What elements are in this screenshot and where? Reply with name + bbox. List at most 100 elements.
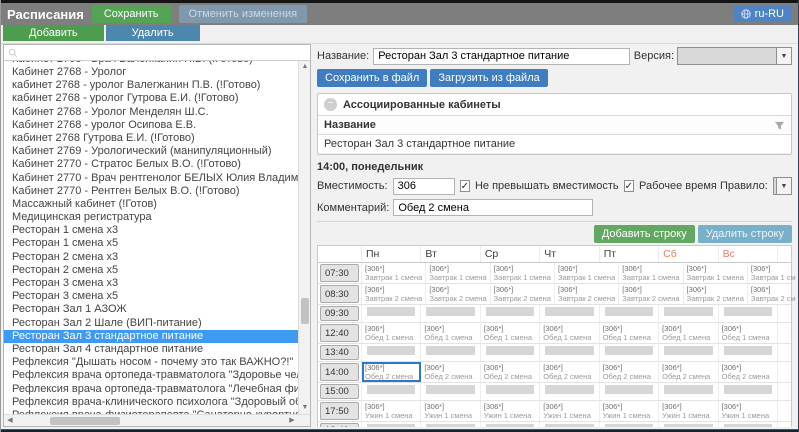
work-time-checkbox[interactable]: ✓ xyxy=(624,180,634,192)
schedule-cell-selected[interactable]: [306*]Обед 2 смена xyxy=(362,362,421,382)
list-item[interactable]: кабинет 2768 - уролог Валегжанин П.В. (!… xyxy=(4,79,298,92)
add-button[interactable]: Добавить xyxy=(3,25,104,41)
collapse-icon[interactable]: − xyxy=(324,98,337,111)
list-item[interactable]: Ресторан Зал 1 АЗОЖ xyxy=(4,303,298,316)
time-label-cell[interactable]: 08:30 xyxy=(318,284,362,304)
list-item[interactable]: Ресторан 1 смена х3 xyxy=(4,224,298,237)
schedule-cell[interactable] xyxy=(362,305,421,322)
time-label-cell[interactable]: 15:00 xyxy=(318,383,362,400)
schedule-cell[interactable] xyxy=(362,422,421,427)
vertical-scrollbar[interactable]: ▲ ▼ xyxy=(298,61,310,414)
schedule-cell[interactable]: [306*]Обед 2 смена xyxy=(600,362,659,382)
schedule-cell[interactable]: [306*]Завтрак 2 смена xyxy=(619,284,683,304)
delete-row-button[interactable]: Удалить строку xyxy=(698,225,792,243)
schedule-cell[interactable] xyxy=(719,305,778,322)
list-item[interactable]: Кабинет 2768 - Уролог Менделян Ш.С. xyxy=(4,106,298,119)
list-item[interactable]: Ресторан 3 смена х3 xyxy=(4,277,298,290)
schedule-cell[interactable]: [306*]Завтрак 1 смена xyxy=(619,263,683,283)
scroll-up-arrow[interactable]: ▲ xyxy=(299,61,310,73)
associated-cabinet-row[interactable]: Ресторан Зал 3 стандартное питание xyxy=(318,135,791,154)
add-row-button[interactable]: Добавить строку xyxy=(594,225,695,243)
horizontal-scrollbar[interactable]: ◀ ▶ xyxy=(4,414,310,426)
list-item[interactable]: Кабинет 2770 - Стратос Белых В.О. (!Гото… xyxy=(4,158,298,171)
list-item[interactable]: Массажный кабинет (!Готов) xyxy=(4,198,298,211)
schedule-cell[interactable]: [306*]Ужин 1 смена xyxy=(481,401,540,421)
list-item[interactable]: Рефлексия "Дышать носом - почему это так… xyxy=(4,356,298,369)
schedule-cell[interactable] xyxy=(481,383,540,400)
schedule-cell[interactable] xyxy=(659,383,718,400)
schedule-cell[interactable] xyxy=(540,422,599,427)
schedule-cell[interactable] xyxy=(600,383,659,400)
locale-badge[interactable]: ru-RU xyxy=(733,6,792,22)
scroll-right-arrow[interactable]: ▶ xyxy=(286,415,298,427)
list-item[interactable]: кабинет 2768 - уролог Гутрова Е.И. (!Гот… xyxy=(4,92,298,105)
delete-button[interactable]: Удалить xyxy=(106,25,200,41)
list-item[interactable]: Рефлексия врача ортопеда-травматолога "З… xyxy=(4,369,298,382)
list-item[interactable]: Кабинет 2768 - уролог Осипова Е.В. xyxy=(4,119,298,132)
list-item[interactable]: Медицинская регистратура xyxy=(4,211,298,224)
schedule-cell[interactable]: [306*]Обед 1 смена xyxy=(362,323,421,343)
schedule-cell[interactable]: [306*]Завтрак 2 смена xyxy=(362,284,426,304)
schedule-cell[interactable] xyxy=(481,422,540,427)
version-dropdown[interactable]: ▼ xyxy=(677,47,792,65)
name-input[interactable] xyxy=(373,48,630,65)
vertical-scroll-thumb[interactable] xyxy=(301,298,309,324)
schedule-cell[interactable]: [306*]Ужин 1 смена xyxy=(659,401,718,421)
schedule-cell[interactable]: [306*]Завтрак 2 смена xyxy=(426,284,490,304)
list-item[interactable]: Рефлексия врача-клинического психолога "… xyxy=(4,396,298,409)
schedule-cell[interactable]: [306*]Обед 1 смена xyxy=(659,323,718,343)
search-box[interactable] xyxy=(4,45,310,61)
schedule-cell[interactable] xyxy=(481,305,540,322)
schedule-cell[interactable]: [306*]Ужин 1 смена xyxy=(362,401,421,421)
schedule-cell[interactable]: [306*]Ужин 1 смена xyxy=(540,401,599,421)
capacity-input[interactable] xyxy=(393,178,455,195)
schedule-cell[interactable]: [306*]Обед 2 смена xyxy=(719,362,778,382)
schedule-cell[interactable]: [306*]Завтрак 2 смена xyxy=(491,284,555,304)
time-label-cell[interactable]: 07:30 xyxy=(318,263,362,283)
list-item[interactable]: Ресторан Зал 4 стандартное питание xyxy=(4,343,298,356)
list-item[interactable]: Ресторан 3 смена х5 xyxy=(4,290,298,303)
schedule-cell[interactable]: [306*]Ужин 1 смена xyxy=(719,401,778,421)
list-item[interactable]: Ресторан Зал 2 Шале (ВИП-питание) xyxy=(4,317,298,330)
schedule-cell[interactable]: [306*]Завтрак 1 смена xyxy=(748,263,796,283)
schedule-cell[interactable]: [306*]Обед 1 смена xyxy=(421,323,480,343)
schedule-cell[interactable] xyxy=(719,344,778,361)
schedule-cell[interactable] xyxy=(540,305,599,322)
list-item[interactable]: Ресторан 1 смена х5 xyxy=(4,237,298,250)
schedule-cell[interactable]: [306*]Завтрак 2 смена xyxy=(555,284,619,304)
schedule-cell[interactable] xyxy=(659,344,718,361)
list-item[interactable]: Кабинет 2769 - Урологический (манипуляци… xyxy=(4,145,298,158)
schedule-cell[interactable]: [306*]Обед 2 смена xyxy=(421,362,480,382)
list-item[interactable]: Рефлексия врача ортопеда-травматолога "Л… xyxy=(4,383,298,396)
schedule-cell[interactable]: [306*]Завтрак 1 смена xyxy=(555,263,619,283)
schedule-cell[interactable] xyxy=(719,383,778,400)
schedule-cell[interactable] xyxy=(362,383,421,400)
schedule-cell[interactable]: [306*]Ужин 1 смена xyxy=(421,401,480,421)
schedule-cell[interactable] xyxy=(719,422,778,427)
schedule-cell[interactable]: [306*]Завтрак 2 смена xyxy=(684,284,748,304)
comment-input[interactable] xyxy=(393,199,593,216)
schedule-cell[interactable] xyxy=(421,422,480,427)
schedule-cell[interactable] xyxy=(540,383,599,400)
list-item[interactable]: Кабинет 2770 - Рентген Белых В.О. (!Гото… xyxy=(4,185,298,198)
schedule-cell[interactable]: [306*]Обед 2 смена xyxy=(540,362,599,382)
schedule-cell[interactable]: [306*]Завтрак 1 смена xyxy=(426,263,490,283)
schedule-cell[interactable] xyxy=(540,344,599,361)
time-label-cell[interactable]: 12:40 xyxy=(318,323,362,343)
list-item[interactable]: кабинет 2768 Гутрова Е.И. (!Готово) xyxy=(4,132,298,145)
time-label-cell[interactable]: 13:40 xyxy=(318,344,362,361)
schedule-cell[interactable]: [306*]Обед 1 смена xyxy=(600,323,659,343)
scroll-left-arrow[interactable]: ◀ xyxy=(4,415,16,427)
not-exceed-checkbox[interactable]: ✓ xyxy=(460,180,470,192)
schedule-cell[interactable] xyxy=(600,344,659,361)
schedule-cell[interactable] xyxy=(481,344,540,361)
schedule-cell[interactable]: [306*]Завтрак 1 смена xyxy=(362,263,426,283)
time-label-cell[interactable]: 14:00 xyxy=(318,362,362,382)
load-from-file-button[interactable]: Загрузить из файла xyxy=(430,69,547,87)
save-button[interactable]: Сохранить xyxy=(92,5,171,23)
search-input[interactable] xyxy=(22,47,306,59)
cancel-changes-button[interactable]: Отменить изменения xyxy=(179,5,308,23)
schedule-cell[interactable]: [306*]Обед 2 смена xyxy=(481,362,540,382)
schedule-cell[interactable] xyxy=(421,344,480,361)
horizontal-scroll-thumb[interactable] xyxy=(50,417,120,425)
